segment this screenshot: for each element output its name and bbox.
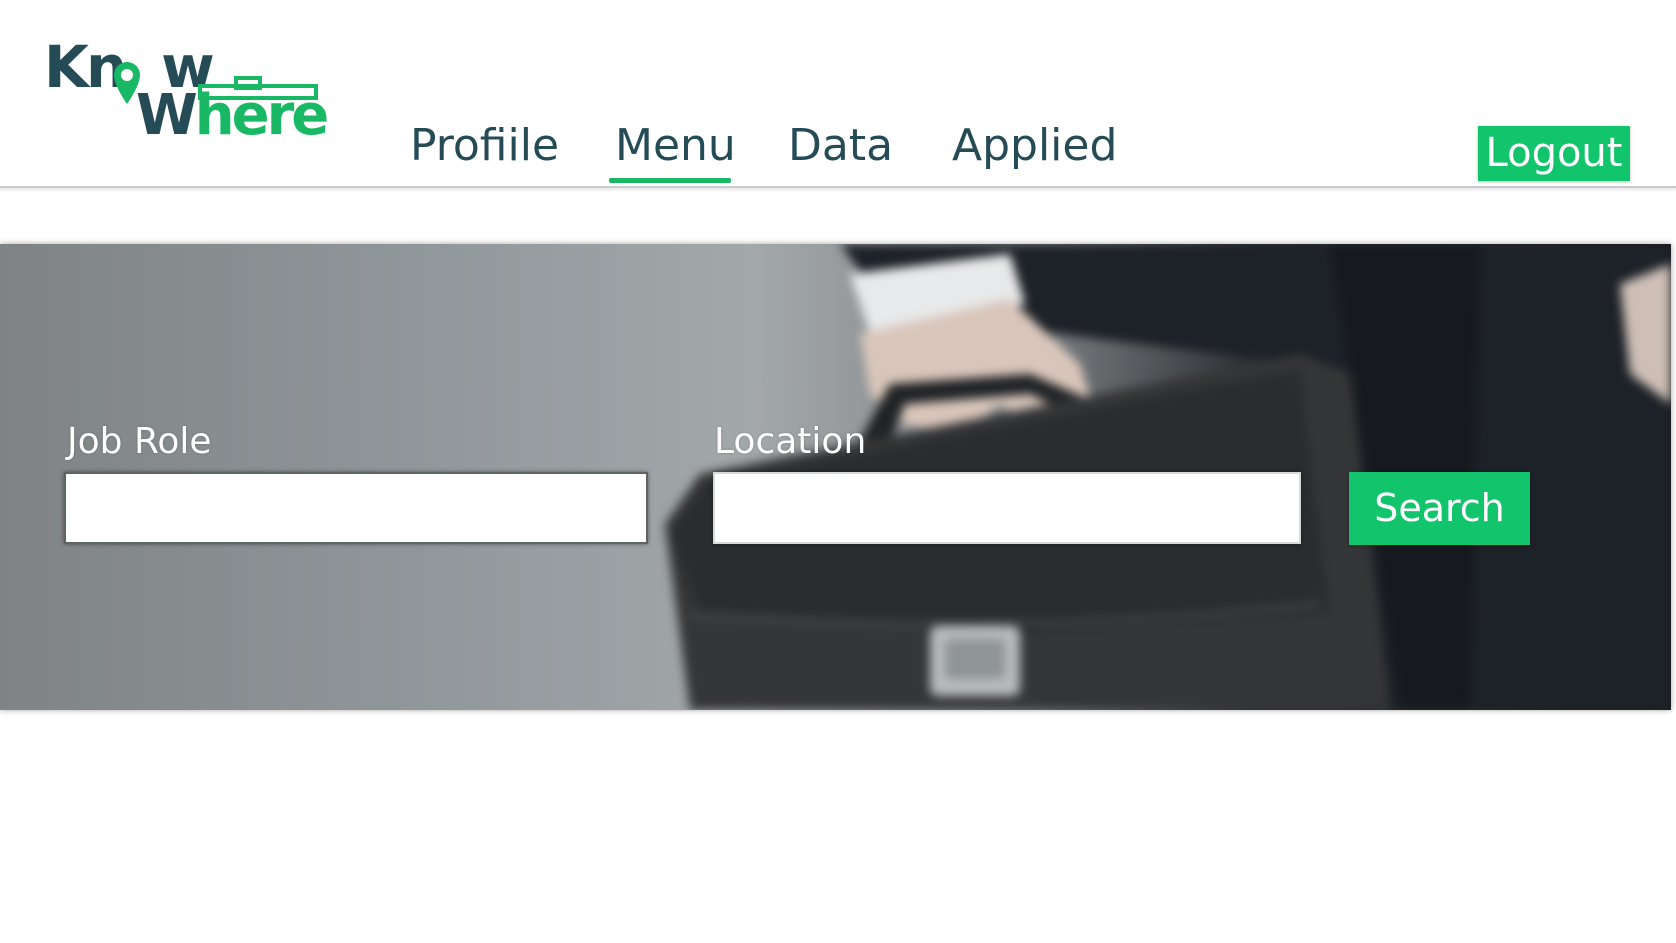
job-role-input[interactable] [64,472,648,544]
search-button[interactable]: Search [1349,472,1530,545]
top-navbar: Know Where Profiile Menu Data Applied Lo… [0,0,1676,188]
main-nav: Profiile Menu Data Applied [0,0,1676,186]
nav-item-profile[interactable]: Profiile [410,124,559,168]
nav-item-applied[interactable]: Applied [952,124,1117,168]
location-label: Location [714,421,867,462]
nav-item-data[interactable]: Data [788,124,893,168]
active-nav-indicator [609,178,731,183]
page: Know Where Profiile Menu Data Applied Lo… [0,0,1676,943]
nav-item-menu[interactable]: Menu [615,124,736,168]
job-role-label: Job Role [67,421,212,462]
logout-button[interactable]: Logout [1478,126,1630,181]
location-input[interactable] [713,472,1301,544]
